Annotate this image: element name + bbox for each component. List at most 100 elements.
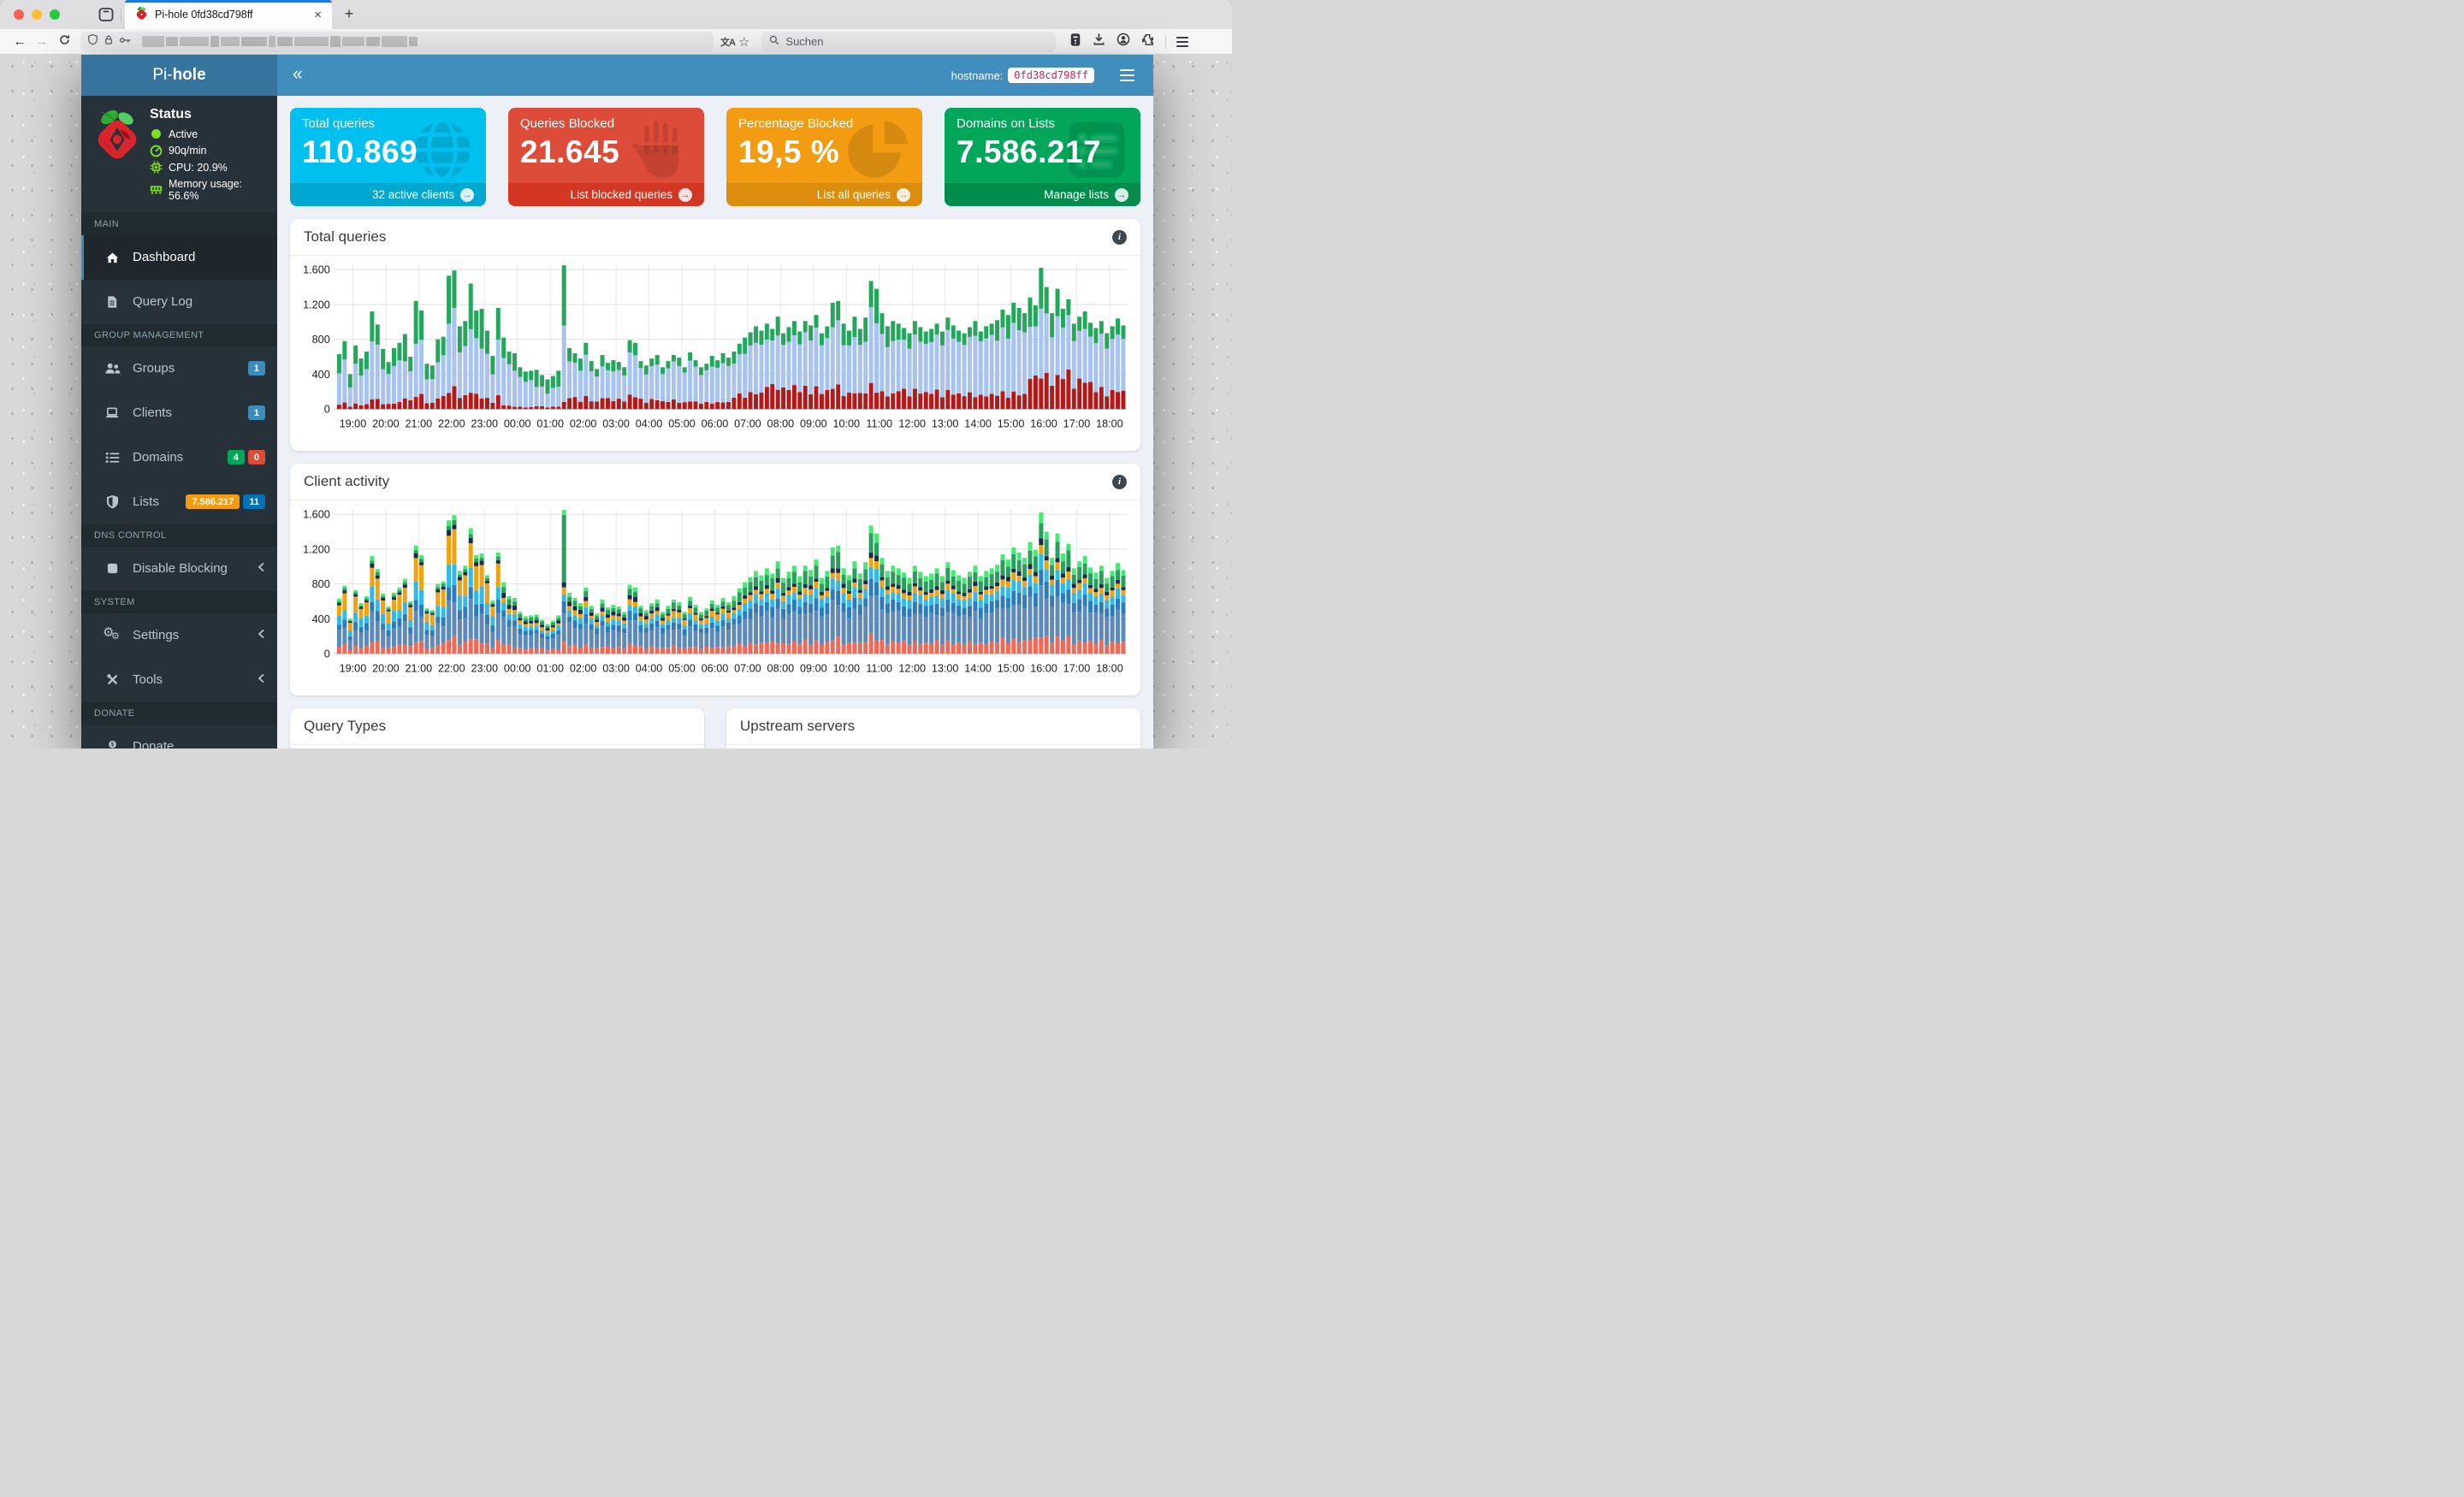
svg-text:03:00: 03:00	[602, 418, 630, 430]
status-row: CPU: 20.9%	[150, 161, 269, 174]
search-placeholder: Suchen	[785, 35, 824, 48]
badge: 1	[247, 405, 265, 420]
svg-text:1.600: 1.600	[303, 509, 330, 521]
sidebar-item-settings[interactable]: ⚙ ⚙ Settings	[81, 613, 277, 658]
key-icon[interactable]	[119, 34, 132, 50]
info-icon[interactable]: i	[1112, 474, 1127, 489]
sidebar-item-groups[interactable]: Groups 1	[81, 346, 277, 391]
gauge-icon	[150, 145, 163, 157]
svg-text:400: 400	[312, 369, 330, 381]
sidebar-item-label: Groups	[133, 361, 175, 376]
svg-text:0: 0	[324, 648, 330, 660]
arrow-circle-right-icon: →	[897, 187, 910, 202]
sidebar-section-header: DONATE	[81, 701, 277, 725]
sidebar-section-header: MAIN	[81, 212, 277, 235]
svg-text:18:00: 18:00	[1096, 663, 1123, 675]
extension-icon[interactable]	[1069, 33, 1081, 51]
sidebar-item-dashboard[interactable]: Dashboard	[81, 234, 277, 280]
svg-text:10:00: 10:00	[832, 663, 860, 675]
sidebar-item-label: Query Log	[133, 294, 193, 309]
stat-card-2: Queries Blocked 21.645 List blocked quer…	[508, 108, 704, 206]
sidebar-item-donate[interactable]: $ Donate	[81, 725, 277, 748]
raspberry-logo-icon	[93, 107, 141, 202]
firefox-view-icon[interactable]	[98, 6, 115, 23]
sidebar-collapse-icon[interactable]: «	[293, 65, 303, 83]
memory-icon	[150, 183, 163, 196]
card-footer-label: List all queries	[816, 188, 891, 201]
tab-close-icon[interactable]: ×	[311, 8, 325, 22]
brand-prefix: Pi-	[152, 66, 173, 84]
download-icon[interactable]	[1093, 33, 1105, 50]
sidebar-item-lists[interactable]: Lists 7.586.217 11	[81, 480, 277, 524]
reload-button[interactable]	[53, 32, 75, 52]
brand-bold: hole	[172, 66, 206, 84]
svg-text:19:00: 19:00	[340, 418, 367, 430]
extensions-puzzle-icon[interactable]	[1141, 33, 1154, 50]
tab-title: Pi-hole 0fd38cd798ff	[155, 9, 253, 21]
urlbar-actions: 文A ☆	[720, 34, 749, 50]
sidebar-item-label: Domains	[133, 450, 184, 464]
account-icon[interactable]	[1116, 33, 1130, 50]
donate-icon: $	[104, 739, 121, 748]
menu-icon[interactable]	[1176, 36, 1189, 47]
svg-text:04:00: 04:00	[636, 418, 663, 430]
svg-text:21:00: 21:00	[406, 663, 433, 675]
chevron-left-icon	[258, 561, 265, 576]
svg-text:15:00: 15:00	[998, 663, 1025, 675]
svg-text:08:00: 08:00	[767, 418, 795, 430]
bookmark-star-icon[interactable]: ☆	[738, 34, 749, 50]
svg-text:08:00: 08:00	[767, 663, 795, 675]
query-types-title: Query Types	[304, 718, 387, 735]
status-title: Status	[150, 107, 192, 121]
chevron-left-icon	[258, 672, 265, 687]
sidebar-item-clients[interactable]: Clients 1	[81, 391, 277, 435]
svg-text:05:00: 05:00	[668, 418, 696, 430]
address-bar[interactable]	[80, 31, 714, 52]
stat-card-3: Percentage Blocked 19,5 % List all queri…	[726, 108, 922, 206]
address-redacted	[142, 36, 418, 47]
minimize-window-button[interactable]	[32, 9, 42, 20]
pihole-menu-icon[interactable]	[1116, 64, 1138, 87]
badge: 1	[247, 361, 265, 376]
status-text: CPU: 20.9%	[169, 161, 228, 174]
pihole-logo[interactable]: Pi-hole	[81, 55, 277, 96]
info-icon[interactable]: i	[1112, 229, 1127, 245]
card-footer-label: Manage lists	[1044, 188, 1109, 201]
translate-icon[interactable]: 文A	[720, 35, 736, 49]
svg-text:1.200: 1.200	[303, 299, 330, 311]
close-window-button[interactable]	[14, 9, 24, 20]
sidebar-item-tools[interactable]: Tools	[81, 658, 277, 702]
svg-text:02:00: 02:00	[570, 418, 597, 430]
client-activity-chart[interactable]: 19:00 20:00 21:00 22:00 23:00 00:00 01:00 02:00…	[295, 506, 1132, 694]
pihole-window: Pi-hole « hostname: 0fd38cd798ff Status …	[81, 55, 1153, 748]
search-input[interactable]: Suchen	[761, 31, 1057, 52]
back-button[interactable]: ←	[9, 32, 31, 52]
window-controls	[14, 9, 60, 20]
card-footer-link[interactable]: 32 active clients →	[290, 183, 486, 206]
svg-text:1.600: 1.600	[303, 264, 330, 276]
zoom-window-button[interactable]	[50, 9, 60, 20]
badge: 4	[227, 450, 245, 464]
lock-icon[interactable]	[104, 34, 114, 50]
browser-chrome: Pi-hole 0fd38cd798ff × + ← → 文A ☆ Suchen	[0, 0, 1232, 55]
arrow-circle-right-icon: →	[1115, 187, 1128, 202]
svg-text:21:00: 21:00	[406, 418, 433, 430]
svg-text:06:00: 06:00	[702, 663, 729, 675]
svg-text:400: 400	[312, 613, 330, 625]
card-footer-link[interactable]: List blocked queries →	[508, 183, 704, 206]
new-tab-button[interactable]: +	[338, 3, 360, 25]
badge: 0	[247, 450, 265, 464]
sidebar-item-disable-blocking[interactable]: Disable Blocking	[81, 547, 277, 591]
pihole-navbar: « hostname: 0fd38cd798ff	[277, 55, 1153, 96]
svg-text:13:00: 13:00	[932, 663, 959, 675]
sidebar-item-query-log[interactable]: Query Log	[81, 280, 277, 324]
shield-icon[interactable]	[87, 33, 98, 50]
sidebar-item-domains[interactable]: Domains 4 0	[81, 435, 277, 480]
card-footer-link[interactable]: Manage lists →	[945, 183, 1140, 206]
list-icon	[104, 452, 121, 464]
toolbar-extensions	[1069, 33, 1154, 51]
card-footer-link[interactable]: List all queries →	[726, 183, 922, 206]
client-activity-title: Client activity	[304, 473, 390, 490]
tab-pihole[interactable]: Pi-hole 0fd38cd798ff ×	[125, 0, 332, 29]
total-queries-chart[interactable]: 19:00 20:00 21:00 22:00 23:00 00:00 01:00 02:00…	[295, 261, 1132, 449]
